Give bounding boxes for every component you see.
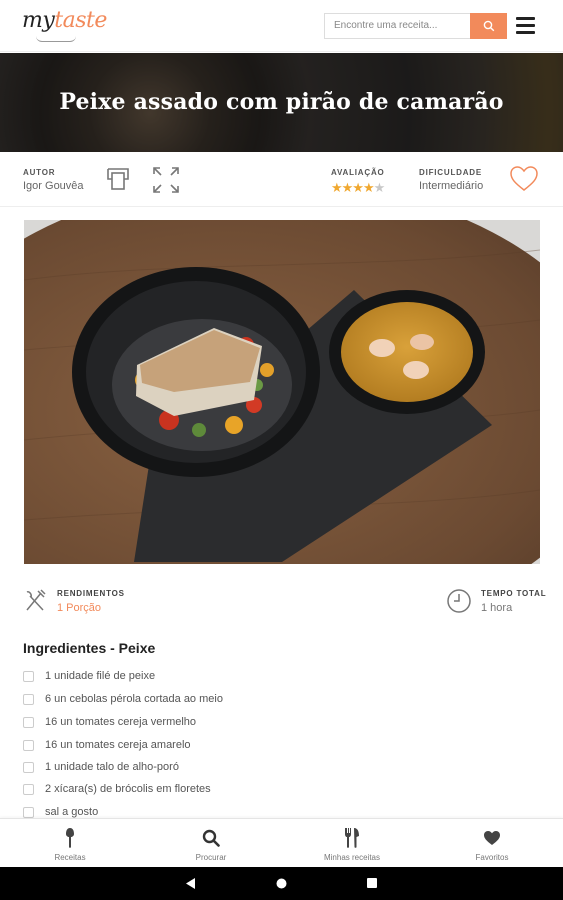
recipe-title: Peixe assado com pirão de camarão [59,89,504,115]
bottom-navigation: Receitas Procurar Minhas receitas Favori… [0,818,563,867]
logo-swoosh [36,36,76,42]
ingredient-item[interactable]: 1 unidade filé de peixe [23,668,155,684]
clock-icon [447,589,471,613]
heart-icon [484,831,500,845]
nav-favoritos[interactable]: Favoritos [462,819,522,868]
ingredient-checkbox[interactable] [23,739,34,751]
ingredient-checkbox[interactable] [23,693,34,705]
nav-receitas[interactable]: Receitas [40,819,100,868]
recipe-hero-banner: Peixe assado com pirão de camarão [0,53,563,152]
ingredient-checkbox[interactable] [23,806,34,818]
difficulty-value: Intermediário [419,180,484,192]
top-bar: mytaste Encontre uma receita... [0,0,563,52]
yield-value: 1 Porção [57,602,102,614]
rating-label: AVALIAÇÃO [331,168,385,177]
mytaste-logo[interactable]: mytaste [22,8,107,33]
ingredient-item[interactable]: 2 xícara(s) de brócolis em floretes [23,781,211,797]
ingredient-checkbox[interactable] [23,670,34,682]
total-time-value: 1 hora [481,602,513,614]
chef-knife-icon [66,828,74,848]
print-icon[interactable] [105,165,131,191]
utensils-icon [345,828,359,848]
back-icon[interactable] [186,878,196,889]
recipe-photo [24,220,540,564]
search-icon [202,829,220,847]
ingredient-checkbox[interactable] [23,716,34,728]
author-label: AUTOR [23,168,56,177]
favorite-heart-icon[interactable] [509,165,539,192]
recents-icon[interactable] [367,878,377,888]
ingredient-item[interactable]: 6 un cebolas pérola cortada ao meio [23,691,223,707]
android-navigation-bar [0,867,563,900]
nav-procurar[interactable]: Procurar [181,819,241,868]
rating-stars[interactable]: ★★★★★ [331,180,385,196]
fork-knife-icon [26,589,46,611]
nav-minhas-receitas[interactable]: Minhas receitas [312,819,392,868]
difficulty-label: DIFICULDADE [419,168,483,177]
ingredient-item[interactable]: 1 unidade talo de alho-poró [23,759,179,775]
author-name[interactable]: Igor Gouvêa [23,180,84,192]
ingredient-checkbox[interactable] [23,783,34,795]
search-button[interactable] [470,13,507,39]
ingredient-item[interactable]: 16 un tomates cereja vermelho [23,714,196,730]
total-time-label: TEMPO TOTAL [481,589,547,598]
ingredients-title: Ingredientes - Peixe [23,640,156,656]
expand-icon[interactable] [152,166,180,194]
ingredient-item[interactable]: 16 un tomates cereja amarelo [23,737,191,753]
search-input[interactable]: Encontre uma receita... [324,13,470,39]
yield-label: RENDIMENTOS [57,589,125,598]
ingredient-checkbox[interactable] [23,761,34,773]
home-icon[interactable] [276,878,287,889]
hamburger-menu-icon[interactable] [516,17,535,34]
search-icon [483,20,494,32]
